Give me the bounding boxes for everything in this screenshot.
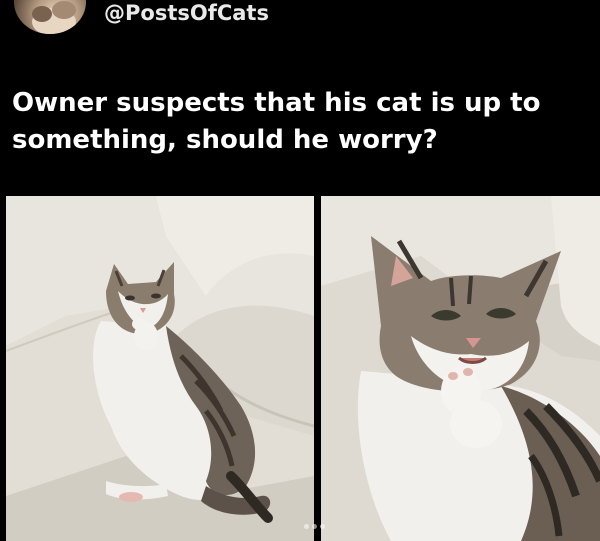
post-text: Owner suspects that his cat is up to som… [12,88,541,155]
avatar[interactable] [14,0,86,34]
carousel-dots [304,524,325,529]
author-handle[interactable]: @PostsOfCats [104,1,269,25]
carousel-dot [312,524,317,529]
cat-closeup-photo[interactable] [321,196,600,541]
carousel-dot [304,524,309,529]
carousel-dot [320,524,325,529]
media-gallery [6,196,600,541]
cat-closeup-image [321,196,600,541]
cat-lying-image [6,196,314,541]
avatar-image [32,1,76,34]
cat-lying-on-couch-photo[interactable] [6,196,314,541]
